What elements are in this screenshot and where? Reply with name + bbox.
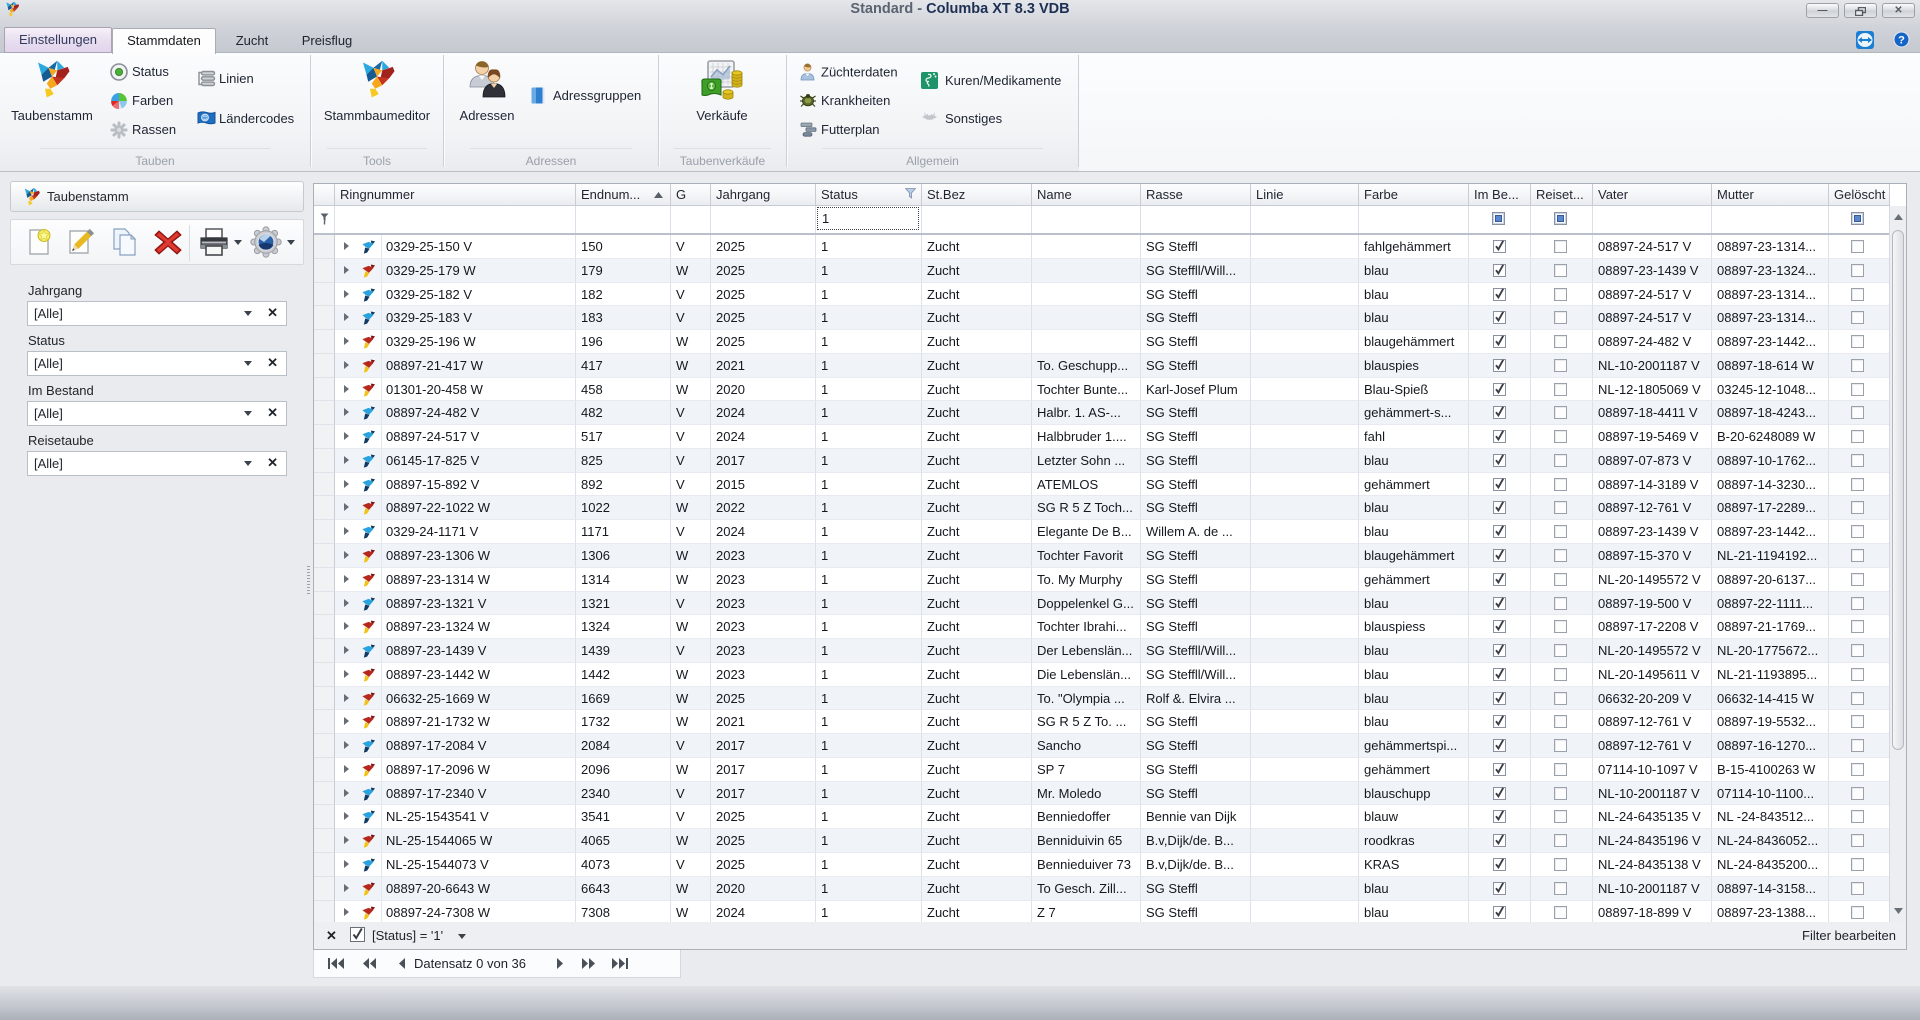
svg-text:?: ?: [1898, 35, 1905, 47]
